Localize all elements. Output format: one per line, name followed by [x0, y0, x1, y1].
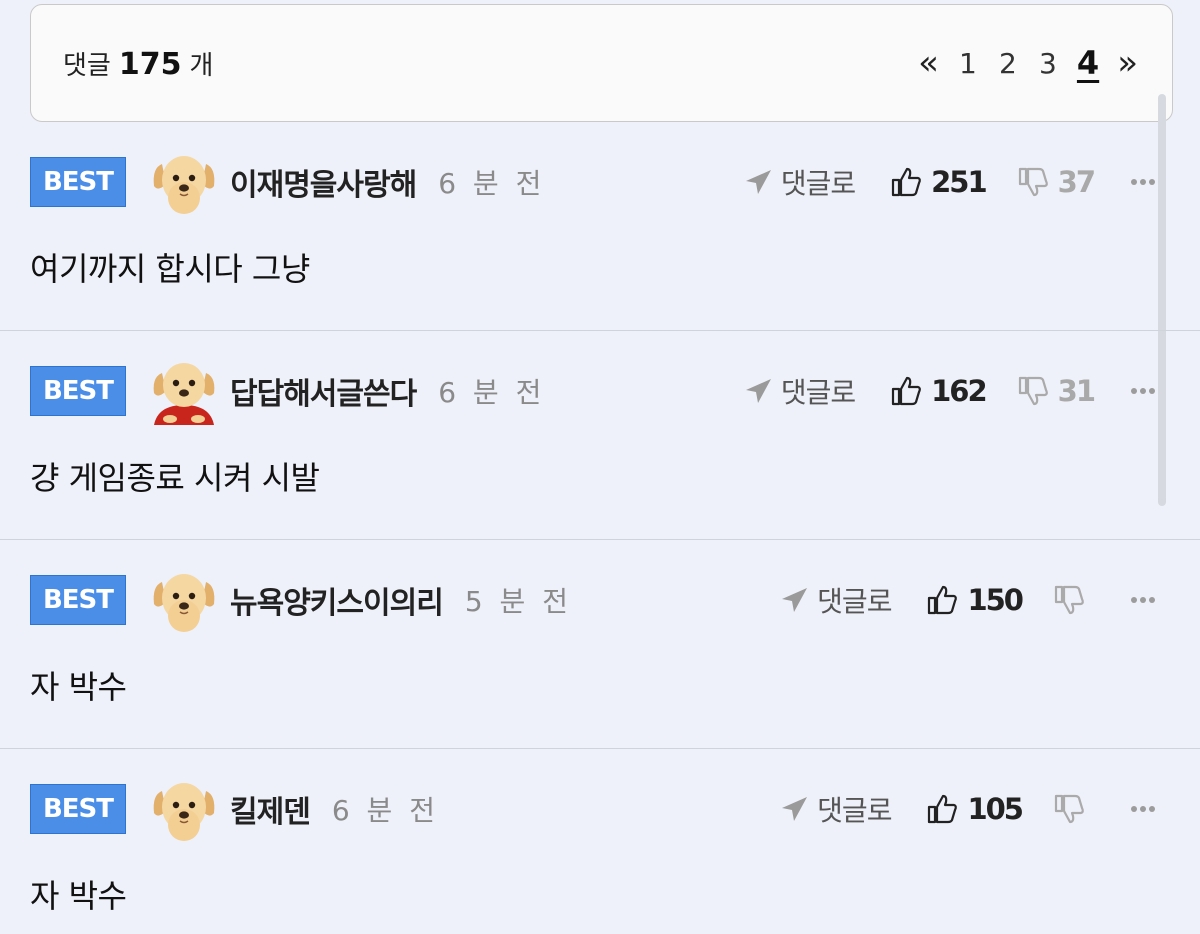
like-count: 251 [931, 165, 988, 199]
dislike-count: 37 [1057, 165, 1096, 199]
comment-meta: BEST 뉴욕양키스이의리 5 분 전 댓글로 150 [30, 568, 1160, 632]
page-4-current[interactable]: 4 [1077, 44, 1099, 82]
first-page-button[interactable]: « [918, 43, 939, 83]
comment-actions: 댓글로 150 [779, 568, 1160, 632]
send-arrow-icon [745, 170, 771, 194]
thumbs-down-icon [1018, 376, 1048, 406]
comment-item: BEST 뉴욕양키스이의리 5 분 전 댓글로 150 자 박수 [0, 540, 1200, 749]
comment-meta: BEST 답답해서글쓴다 6 분 전 댓글로 162 31 [30, 359, 1160, 425]
dislike-count: 31 [1057, 374, 1096, 408]
thumbs-up-icon [928, 585, 958, 615]
reply-label: 댓글로 [780, 376, 856, 409]
nickname[interactable]: 이재명을사랑해 [230, 160, 417, 204]
thumbs-down-icon [1054, 585, 1084, 615]
timestamp: 6 분 전 [438, 167, 546, 200]
comment-header: 댓글 175 개 « 1 2 3 4 » [30, 4, 1173, 122]
puppy-icon [153, 783, 215, 841]
timestamp: 6 분 전 [331, 794, 439, 827]
comment-item: BEST 킬제덴 6 분 전 댓글로 105 자 박수 [0, 749, 1200, 934]
comment-item: BEST 이재명을사랑해 6 분 전 댓글로 251 37 여기까지 합시다 그… [0, 122, 1200, 331]
send-arrow-icon [782, 588, 808, 612]
thumbs-down-icon [1018, 167, 1048, 197]
best-badge: BEST [30, 366, 126, 416]
send-arrow-icon [745, 379, 771, 403]
nickname[interactable]: 뉴욕양키스이의리 [230, 578, 444, 622]
comment-actions: 댓글로 162 31 [743, 359, 1160, 423]
thumbs-up-icon [891, 376, 921, 406]
comment-count: 댓글 175 개 [63, 45, 213, 82]
reply-button[interactable]: 댓글로 [743, 162, 856, 202]
puppy-icon [153, 156, 215, 214]
reply-label: 댓글로 [817, 794, 892, 827]
dislike-button[interactable]: 37 [1016, 165, 1096, 199]
like-button[interactable]: 105 [925, 792, 1024, 826]
pagination: « 1 2 3 4 » [918, 43, 1138, 83]
more-options-icon[interactable] [1126, 583, 1160, 617]
comment-list: BEST 이재명을사랑해 6 분 전 댓글로 251 37 여기까지 합시다 그… [0, 122, 1200, 934]
dislike-button[interactable] [1052, 583, 1094, 617]
comment-meta: BEST 이재명을사랑해 6 분 전 댓글로 251 37 [30, 150, 1160, 214]
comment-section: 댓글 175 개 « 1 2 3 4 » BEST 이재명을사랑해 6 분 전 … [0, 0, 1200, 934]
dislike-button[interactable]: 31 [1016, 374, 1096, 408]
reply-button[interactable]: 댓글로 [743, 371, 856, 411]
thumbs-up-icon [928, 794, 958, 824]
like-button[interactable]: 150 [925, 583, 1024, 617]
comment-actions: 댓글로 105 [779, 777, 1160, 841]
reply-button[interactable]: 댓글로 [779, 789, 892, 829]
nickname[interactable]: 답답해서글쓴다 [230, 369, 417, 413]
reply-label: 댓글로 [780, 167, 856, 200]
timestamp: 5 분 전 [464, 585, 572, 618]
best-badge: BEST [30, 784, 126, 834]
comment-text: 여기까지 합시다 그냥 [30, 250, 310, 288]
more-options-icon[interactable] [1126, 792, 1160, 826]
comment-meta: BEST 킬제덴 6 분 전 댓글로 105 [30, 777, 1160, 841]
page-3[interactable]: 3 [1037, 47, 1059, 80]
page-1[interactable]: 1 [957, 47, 979, 80]
like-button[interactable]: 162 [889, 374, 988, 408]
more-options-icon[interactable] [1126, 165, 1160, 199]
like-button[interactable]: 251 [889, 165, 988, 199]
send-arrow-icon [782, 797, 808, 821]
like-count: 105 [967, 792, 1024, 826]
dislike-button[interactable] [1052, 792, 1094, 826]
count-number: 175 [118, 46, 182, 82]
comment-actions: 댓글로 251 37 [743, 150, 1160, 214]
thumbs-down-icon [1054, 794, 1084, 824]
thumbs-up-icon [891, 167, 921, 197]
puppy-icon [153, 574, 215, 632]
reply-label: 댓글로 [817, 585, 892, 618]
comment-text: 자 박수 [30, 877, 127, 915]
comment-item: BEST 답답해서글쓴다 6 분 전 댓글로 162 31 걍 게임종료 시켜 … [0, 331, 1200, 540]
comment-text: 걍 게임종료 시켜 시발 [30, 459, 320, 497]
page-2[interactable]: 2 [997, 47, 1019, 80]
like-count: 150 [967, 583, 1024, 617]
best-badge: BEST [30, 575, 126, 625]
comment-text: 자 박수 [30, 668, 127, 706]
count-suffix: 개 [189, 50, 214, 81]
count-prefix: 댓글 [63, 50, 111, 81]
puppy-cape-icon [153, 363, 215, 425]
nickname[interactable]: 킬제덴 [230, 787, 311, 831]
best-badge: BEST [30, 157, 126, 207]
timestamp: 6 분 전 [438, 376, 546, 409]
like-count: 162 [931, 374, 988, 408]
reply-button[interactable]: 댓글로 [779, 580, 892, 620]
more-options-icon[interactable] [1126, 374, 1160, 408]
last-page-button[interactable]: » [1117, 43, 1138, 83]
